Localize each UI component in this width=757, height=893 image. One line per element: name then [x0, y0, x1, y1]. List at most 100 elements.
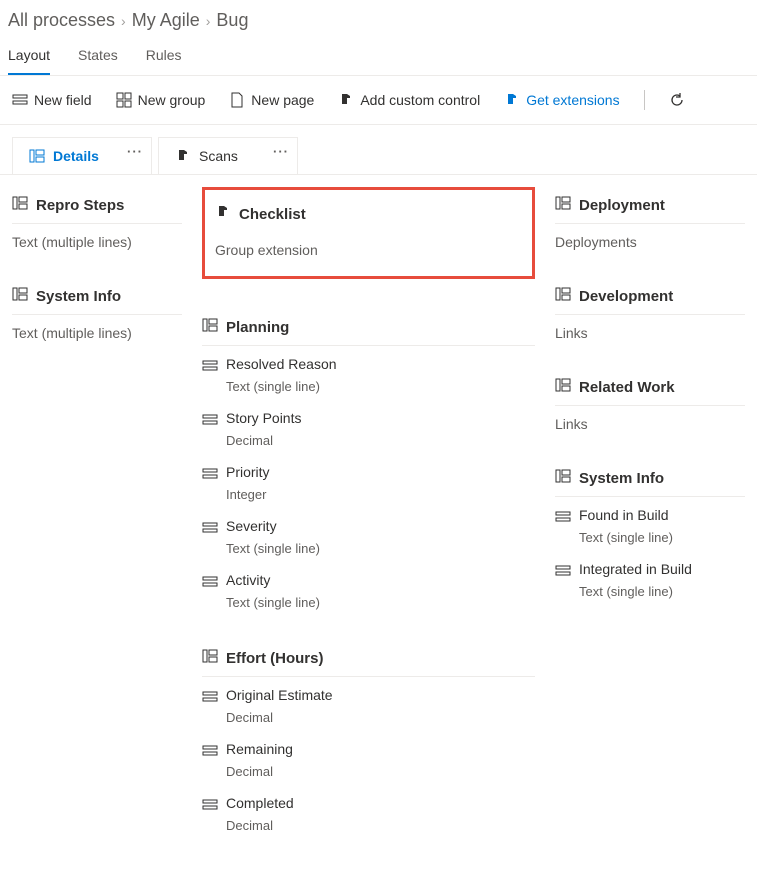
group-title: Checklist — [239, 206, 306, 223]
group-subtitle: Text (multiple lines) — [12, 315, 182, 341]
group-subtitle: Text (multiple lines) — [12, 224, 182, 250]
field-icon — [202, 356, 218, 377]
field-icon — [202, 687, 218, 708]
field-item[interactable]: Found in Build Text (single line) — [555, 497, 745, 545]
new-page-button[interactable]: New page — [229, 92, 314, 108]
field-item[interactable]: Original Estimate Decimal — [202, 677, 535, 725]
page-tabs: Details ··· Scans ··· — [0, 125, 757, 174]
field-icon — [202, 410, 218, 431]
field-type: Decimal — [202, 708, 535, 725]
field-name: Completed — [226, 795, 294, 811]
field-name: Found in Build — [579, 507, 669, 523]
toolbar-label: New group — [138, 92, 206, 108]
new-group-button[interactable]: New group — [116, 92, 206, 108]
extension-icon — [504, 92, 520, 108]
field-icon — [12, 92, 28, 108]
toolbar-label: Add custom control — [360, 92, 480, 108]
field-icon — [202, 795, 218, 816]
field-item[interactable]: Integrated in BuildText (single line) — [555, 551, 745, 599]
field-type: Text (single line) — [202, 539, 535, 556]
group-header[interactable]: System Info — [555, 460, 745, 497]
add-custom-control-button[interactable]: Add custom control — [338, 92, 480, 108]
group-header[interactable]: Development — [555, 278, 745, 315]
layout-group[interactable]: Repro Steps Text (multiple lines) — [12, 187, 182, 250]
more-icon[interactable]: ··· — [273, 144, 289, 159]
group-header[interactable]: Effort (Hours) — [202, 640, 535, 677]
field-item[interactable]: PriorityInteger — [202, 454, 535, 502]
group-title: System Info — [579, 470, 664, 487]
layout-group[interactable]: Effort (Hours)Original EstimateDecimalRe… — [202, 640, 535, 833]
layout-group[interactable]: System Info Text (multiple lines) — [12, 278, 182, 341]
field-item[interactable]: Severity Text (single line) — [202, 508, 535, 556]
layout-group[interactable]: DeploymentDeployments — [555, 187, 745, 250]
field-icon — [202, 741, 218, 762]
layout-column-center: Checklist Group extension PlanningResolved… — [202, 187, 535, 863]
group-header[interactable]: Deployment — [555, 187, 745, 224]
breadcrumb-root[interactable]: All processes — [8, 10, 115, 31]
group-subtitle: Deployments — [555, 224, 745, 250]
group-subtitle: Links — [555, 315, 745, 341]
layout-grid: Repro StepsText (multiple lines)System I… — [0, 174, 757, 893]
field-type: Decimal — [202, 431, 535, 448]
group-title: Related Work — [579, 379, 675, 396]
field-name: Remaining — [226, 741, 293, 757]
group-header[interactable]: Repro Steps — [12, 187, 182, 224]
group-title: Development — [579, 288, 673, 305]
toolbar: New field New group New page Add custom … — [0, 76, 757, 125]
field-name: Severity — [226, 518, 277, 534]
tab-rules[interactable]: Rules — [146, 37, 182, 75]
layout-group[interactable]: System Info Found in Build Text (single li… — [555, 460, 745, 599]
tab-layout[interactable]: Layout — [8, 37, 50, 75]
group-title: Repro Steps — [36, 197, 124, 214]
field-name: Original Estimate — [226, 687, 333, 703]
main-tabs: Layout States Rules — [0, 37, 757, 76]
breadcrumb-workitemtype[interactable]: Bug — [216, 10, 248, 31]
group-header[interactable]: Related Work — [555, 369, 745, 406]
layout-group[interactable]: Checklist Group extension — [202, 187, 535, 279]
field-item[interactable]: Story Points Decimal — [202, 400, 535, 448]
field-type: Text (single line) — [555, 528, 745, 545]
page-tab-details[interactable]: Details ··· — [12, 137, 152, 174]
group-title: Effort (Hours) — [226, 650, 324, 667]
field-icon — [202, 518, 218, 539]
field-type: Text (single line) — [202, 593, 535, 610]
tab-states[interactable]: States — [78, 37, 118, 75]
layout-group[interactable]: Development Links — [555, 278, 745, 341]
group-header[interactable]: Planning — [202, 309, 535, 346]
group-header[interactable]: System Info — [12, 278, 182, 315]
toolbar-label: New page — [251, 92, 314, 108]
page-tab-scans[interactable]: Scans ··· — [158, 137, 298, 174]
layout-icon — [29, 148, 45, 164]
extension-icon — [175, 148, 191, 164]
group-icon — [555, 377, 571, 397]
layout-group[interactable]: PlanningResolved ReasonText (single line… — [202, 309, 535, 610]
group-header[interactable]: Checklist — [215, 196, 522, 232]
breadcrumb: All processes › My Agile › Bug — [0, 0, 757, 37]
field-item[interactable]: Resolved ReasonText (single line) — [202, 346, 535, 394]
page-tab-label: Scans — [199, 148, 238, 164]
field-icon — [555, 561, 571, 582]
get-extensions-button[interactable]: Get extensions — [504, 92, 619, 108]
extension-icon — [338, 92, 354, 108]
chevron-right-icon: › — [206, 13, 211, 29]
field-item[interactable]: Remaining Decimal — [202, 731, 535, 779]
field-name: Story Points — [226, 410, 301, 426]
field-type: Decimal — [202, 762, 535, 779]
refresh-button[interactable] — [669, 92, 685, 108]
field-name: Priority — [226, 464, 270, 480]
field-name: Activity — [226, 572, 270, 588]
extension-icon — [215, 204, 231, 224]
field-item[interactable]: Activity Text (single line) — [202, 562, 535, 610]
new-field-button[interactable]: New field — [12, 92, 92, 108]
layout-group[interactable]: Related WorkLinks — [555, 369, 745, 432]
field-name: Integrated in Build — [579, 561, 692, 577]
breadcrumb-process[interactable]: My Agile — [132, 10, 200, 31]
group-subtitle: Group extension — [215, 232, 522, 258]
field-type: Text (single line) — [202, 377, 535, 394]
more-icon[interactable]: ··· — [127, 144, 143, 159]
group-icon — [555, 286, 571, 306]
group-title: System Info — [36, 288, 121, 305]
field-item[interactable]: CompletedDecimal — [202, 785, 535, 833]
field-icon — [202, 572, 218, 593]
group-icon — [202, 648, 218, 668]
